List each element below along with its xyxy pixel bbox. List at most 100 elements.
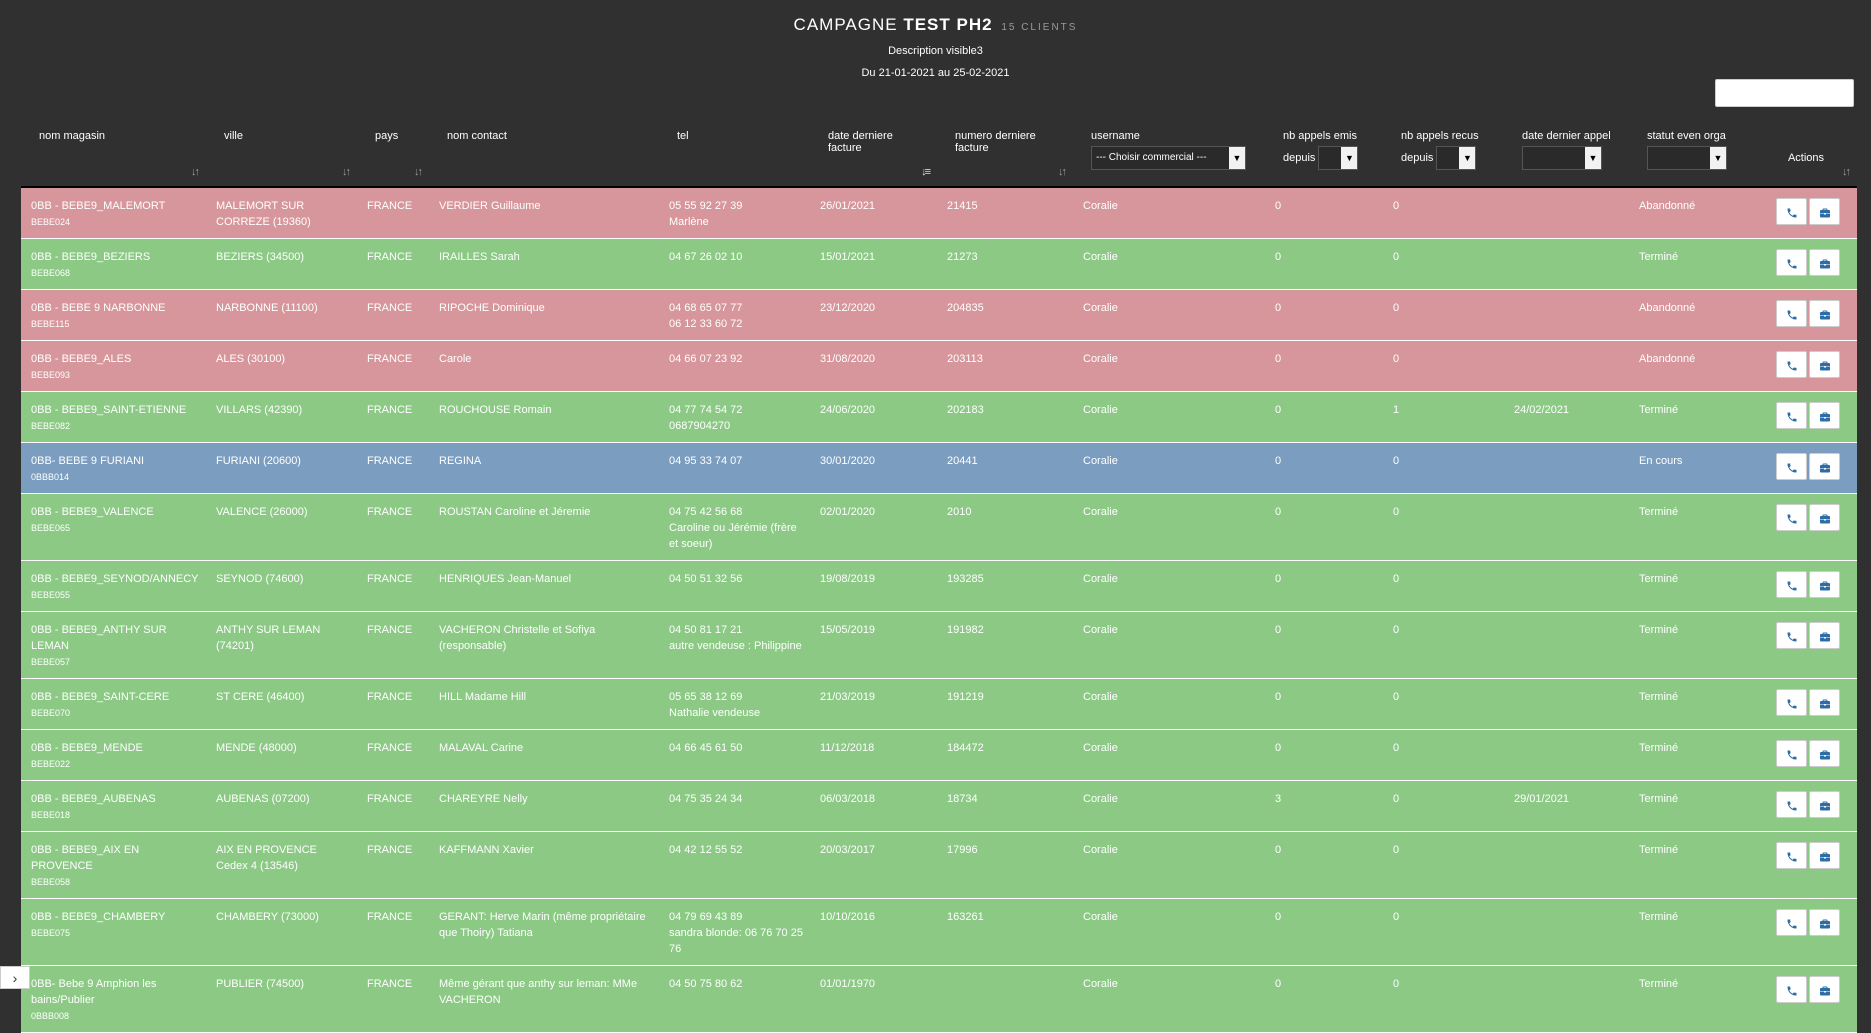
magasin-code: BEBE055 [31,590,71,600]
sort-icon[interactable]: ↓↑ [191,166,200,178]
open-case-button[interactable] [1809,842,1840,869]
cell-tel: 04 50 51 32 56 [659,560,810,612]
table-row[interactable]: 0BB - BEBE9_SAINT-ETIENNE BEBE082 VILLARS … [21,391,1857,443]
recus-since-select[interactable]: ▼ [1436,146,1477,170]
sort-icon[interactable]: ↓↑ [1058,166,1067,178]
table-row[interactable]: 0BB - BEBE9_ANTHY SUR LEMAN BEBE057 ANTHY … [21,611,1857,679]
cell-dernier-appel [1504,442,1629,494]
open-case-button[interactable] [1809,504,1840,531]
cell-date-facture: 19/08/2019 [810,560,937,612]
call-button[interactable] [1776,740,1807,767]
table-row[interactable]: 0BB - BEBE9_ALES BEBE093 ALES (30100) FRANC… [21,340,1857,392]
col-date-derniere-facture[interactable]: date derniere facture ↓≡ [810,124,937,188]
col-numero-derniere-facture[interactable]: numero derniere facture ↓↑ [937,124,1073,188]
open-case-button[interactable] [1809,198,1840,225]
statut-select[interactable]: ▼ [1647,146,1727,170]
col-ville[interactable]: ville ↓↑ [206,124,357,188]
cell-pays: FRANCE [357,780,429,832]
table-row[interactable]: 0BB - BEBE9_MALEMORT BEBE024 MALEMORT SUR … [21,187,1857,239]
cell-ville: NARBONNE (11100) [206,289,357,341]
open-case-button[interactable] [1809,351,1840,378]
cell-appels-recus: 0 [1383,340,1504,392]
cell-contact: VERDIER Guillaume [429,187,659,239]
open-case-button[interactable] [1809,402,1840,429]
open-case-button[interactable] [1809,571,1840,598]
phone-icon [1786,357,1798,372]
magasin-code: BEBE022 [31,759,71,769]
sort-icon[interactable]: ↓↑ [342,166,351,178]
magasin-code: BEBE018 [31,810,71,820]
open-case-button[interactable] [1809,791,1840,818]
table-row[interactable]: 0BB- BEBE 9 FURIANI 0BBB014 FURIANI (20600… [21,442,1857,494]
cell-contact: Carole [429,340,659,392]
cell-statut: Terminé [1629,560,1755,612]
cell-tel: 05 65 38 12 69 Nathalie vendeuse [659,678,810,730]
dernier-appel-select[interactable]: ▼ [1522,146,1602,170]
call-button[interactable] [1776,976,1807,1003]
call-button[interactable] [1776,402,1807,429]
table-header-row: nom magasin ↓↑ ville ↓↑ pays ↓↑ nom contact… [21,124,1857,188]
table-row[interactable]: 0BB - BEBE9_SAINT-CERE BEBE070 ST CERE (46… [21,678,1857,730]
call-button[interactable] [1776,351,1807,378]
table-row[interactable]: 0BB - BEBE9_CHAMBERY BEBE075 CHAMBERY (730… [21,898,1857,966]
table-row[interactable]: 0BB- Bebe 9 Amphion les bains/Publier 0BB… [21,965,1857,1033]
magasin-code: BEBE075 [31,928,71,938]
table-row[interactable]: 0BB - BEBE9_SEYNOD/ANNECY BEBE055 SEYNOD (… [21,560,1857,612]
table-row[interactable]: 0BB - BEBE9_MENDE BEBE022 MENDE (48000) FRA… [21,729,1857,781]
call-button[interactable] [1776,504,1807,531]
tel-primary: 04 42 12 55 52 [669,844,743,856]
open-case-button[interactable] [1809,622,1840,649]
col-pays[interactable]: pays ↓↑ [357,124,429,188]
call-button[interactable] [1776,571,1807,598]
call-button[interactable] [1776,842,1807,869]
cell-tel: 04 66 45 61 50 [659,729,810,781]
table-row[interactable]: 0BB - BEBE9_AUBENAS BEBE018 AUBENAS (07200… [21,780,1857,832]
open-case-button[interactable] [1809,453,1840,480]
open-case-button[interactable] [1809,976,1840,1003]
call-button[interactable] [1776,198,1807,225]
open-case-button[interactable] [1809,249,1840,276]
call-button[interactable] [1776,689,1807,716]
col-nom-magasin[interactable]: nom magasin ↓↑ [21,124,206,188]
cell-tel: 04 50 75 80 62 [659,965,810,1033]
briefcase-icon [1819,510,1831,525]
open-case-button[interactable] [1809,740,1840,767]
magasin-name: 0BB - BEBE9_MALEMORT [31,200,166,212]
magasin-name: 0BB- Bebe 9 Amphion les bains/Publier [31,978,157,1006]
emis-since-select[interactable]: ▼ [1318,146,1359,170]
open-case-button[interactable] [1809,689,1840,716]
cell-dernier-appel [1504,729,1629,781]
cell-appels-emis: 0 [1265,289,1383,341]
call-button[interactable] [1776,249,1807,276]
call-button[interactable] [1776,300,1807,327]
col-nom-contact[interactable]: nom contact [429,124,659,188]
open-case-button[interactable] [1809,909,1840,936]
call-button[interactable] [1776,453,1807,480]
chevron-right-icon[interactable]: › [0,966,30,989]
cell-contact: ROUSTAN Caroline et Jéremie [429,493,659,561]
table-body: 0BB - BEBE9_MALEMORT BEBE024 MALEMORT SUR … [21,187,1857,1033]
call-button[interactable] [1776,909,1807,936]
cell-username: Coralie [1073,560,1265,612]
cell-num-facture: 20441 [937,442,1073,494]
call-button[interactable] [1776,622,1807,649]
open-case-button[interactable] [1809,300,1840,327]
table-row[interactable]: 0BB - BEBE9_AIX EN PROVENCE BEBE058 AIX EN… [21,831,1857,899]
phone-icon [1786,204,1798,219]
call-button[interactable] [1776,791,1807,818]
magasin-name: 0BB- BEBE 9 FURIANI [31,455,145,467]
sort-icon[interactable]: ↓↑ [1842,166,1851,178]
search-input[interactable] [1715,79,1854,107]
cell-ville: CHAMBERY (73000) [206,898,357,966]
table-row[interactable]: 0BB - BEBE9_BEZIERS BEBE068 BEZIERS (34500… [21,238,1857,290]
table-row[interactable]: 0BB - BEBE9_VALENCE BEBE065 VALENCE (26000… [21,493,1857,561]
col-tel[interactable]: tel [659,124,810,188]
cell-appels-emis: 0 [1265,898,1383,966]
sort-desc-icon[interactable]: ↓≡ [921,166,931,178]
cell-date-facture: 01/01/1970 [810,965,937,1033]
table-row[interactable]: 0BB - BEBE 9 NARBONNE BEBE115 NARBONNE (11… [21,289,1857,341]
cell-contact: HENRIQUES Jean-Manuel [429,560,659,612]
commercial-select[interactable]: --- Choisir commercial --- ▼ [1091,146,1246,170]
sort-icon[interactable]: ↓↑ [414,166,423,178]
cell-magasin: 0BB - BEBE9_MENDE BEBE022 [21,729,206,781]
